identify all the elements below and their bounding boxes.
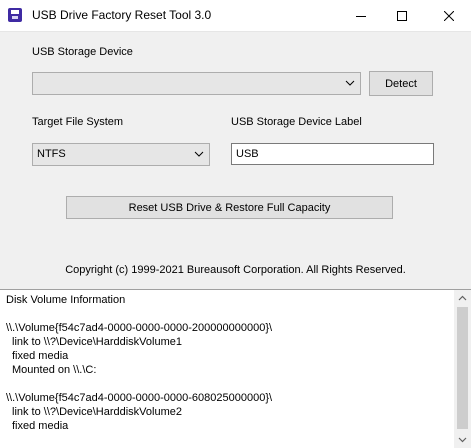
scroll-down-icon[interactable] [458, 437, 467, 443]
close-icon [444, 10, 454, 21]
filesystem-label: Target File System [32, 116, 124, 128]
info-line: \\.\Volume{f54c7ad4-0000-0000-0000-20000… [6, 322, 273, 334]
chevron-down-icon [345, 80, 355, 86]
title-bar[interactable]: USB Drive Factory Reset Tool 3.0 [0, 0, 471, 32]
volume-label-value: USB [236, 148, 259, 160]
vertical-scrollbar[interactable] [454, 290, 471, 448]
device-label: USB Storage Device [32, 46, 133, 58]
filesystem-select[interactable]: NTFS [32, 143, 210, 166]
device-select[interactable] [32, 72, 361, 95]
usb-app-icon [8, 8, 22, 22]
volume-label-caption: USB Storage Device Label [231, 116, 362, 128]
info-line: fixed media [12, 420, 69, 432]
app-window: USB Drive Factory Reset Tool 3.0 USB Sto… [0, 0, 471, 448]
volume-info-panel[interactable]: Disk Volume Information \\.\Volume{f54c7… [0, 289, 471, 448]
scroll-thumb[interactable] [457, 307, 468, 429]
volume-info-title: Disk Volume Information [6, 294, 126, 306]
detect-button[interactable]: Detect [369, 71, 433, 96]
info-line: link to \\?\Device\HarddiskVolume1 [12, 336, 182, 348]
reset-usb-button[interactable]: Reset USB Drive & Restore Full Capacity [66, 196, 393, 219]
chevron-down-icon [194, 151, 204, 157]
filesystem-select-value: NTFS [37, 148, 66, 160]
maximize-button[interactable] [380, 0, 424, 31]
info-line: fixed media [12, 350, 69, 362]
close-button[interactable] [427, 0, 471, 31]
minimize-icon [356, 15, 366, 17]
info-line: link to \\?\Device\HarddiskVolume2 [12, 406, 182, 418]
scroll-up-icon[interactable] [458, 295, 467, 301]
window-title: USB Drive Factory Reset Tool 3.0 [32, 8, 212, 22]
info-line: Mounted on \\.\C: [12, 364, 97, 376]
volume-label-input[interactable]: USB [231, 143, 434, 165]
maximize-icon [397, 10, 407, 21]
info-line: \\.\Volume{f54c7ad4-0000-0000-0000-60802… [6, 392, 273, 404]
minimize-button[interactable] [339, 0, 383, 31]
copyright-text: Copyright (c) 1999-2021 Bureausoft Corpo… [65, 264, 406, 276]
